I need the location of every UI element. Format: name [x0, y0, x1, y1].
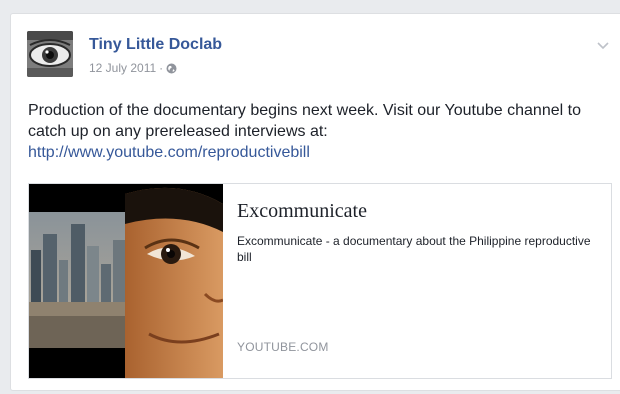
chevron-down-icon[interactable]	[596, 38, 610, 50]
preview-title[interactable]: Excommunicate	[237, 200, 599, 223]
thumbnail-image	[29, 184, 223, 378]
post-link[interactable]: http://www.youtube.com/reproductivebill	[28, 142, 618, 163]
link-preview[interactable]: Excommunicate Excommunicate - a document…	[28, 183, 612, 379]
preview-domain: YOUTUBE.COM	[237, 340, 329, 354]
post-text: Production of the documentary begins nex…	[28, 102, 581, 140]
post-body: Production of the documentary begins nex…	[28, 100, 618, 163]
meta-separator: ·	[159, 61, 164, 75]
post-meta: 12 July 2011 ·	[89, 61, 177, 75]
post-date[interactable]: 12 July 2011	[89, 61, 156, 75]
preview-body: Excommunicate Excommunicate - a document…	[223, 184, 611, 378]
author-name[interactable]: Tiny Little Doclab	[89, 36, 222, 54]
preview-description: Excommunicate - a documentary about the …	[237, 234, 591, 264]
post-card: Tiny Little Doclab 12 July 2011 · Produc…	[10, 13, 620, 391]
preview-thumbnail[interactable]	[29, 184, 223, 378]
globe-icon[interactable]	[166, 63, 177, 74]
avatar[interactable]	[27, 31, 73, 77]
eye-logo-icon	[27, 31, 73, 77]
